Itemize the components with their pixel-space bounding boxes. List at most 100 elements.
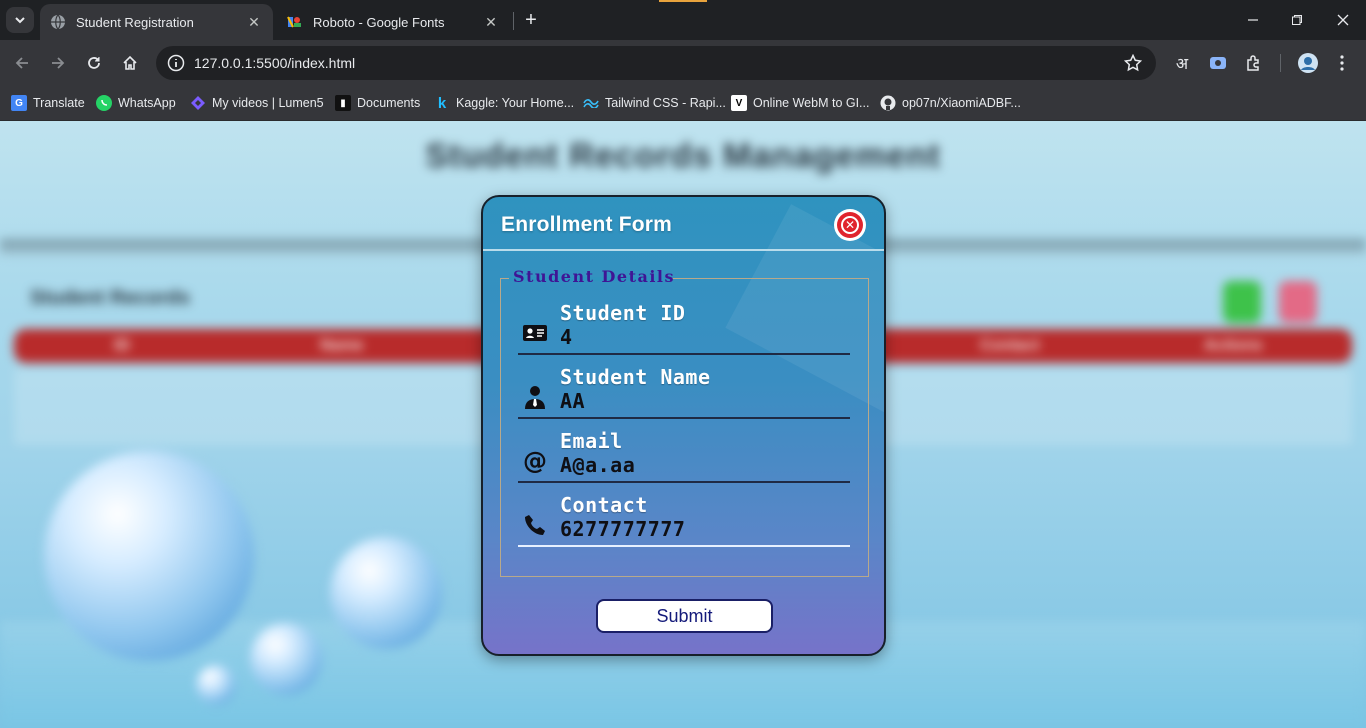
github-icon [880,95,896,111]
home-icon [123,55,137,70]
address-bar[interactable]: 127.0.0.1:5500/index.html [156,46,1156,80]
globe-icon [50,14,66,30]
back-button[interactable] [10,51,34,75]
site-info-icon[interactable] [166,53,186,73]
new-tab-button[interactable]: + [520,9,542,31]
bookmark-kaggle[interactable]: k Kaggle: Your Home... [434,92,574,114]
tab-student-registration[interactable]: Student Registration ✕ [40,4,273,40]
extensions-puzzle-icon[interactable] [1242,51,1266,75]
decorative-sphere [196,665,236,705]
translate-page-icon[interactable]: अ [1172,51,1192,75]
restore-icon [1292,15,1302,25]
bookmark-label: WhatsApp [118,96,176,110]
table-header-actions: Actions [1204,337,1263,354]
table-header-id: ID [114,337,130,354]
tab-separator [513,12,514,30]
documents-icon: ▮ [335,95,351,111]
arrow-right-icon [52,57,65,69]
contact-input[interactable] [560,517,840,541]
bookmark-label: Kaggle: Your Home... [456,96,575,110]
reload-icon [88,57,100,69]
home-button[interactable] [118,51,142,75]
kebab-menu-icon [1340,55,1344,71]
bookmark-translate[interactable]: G Translate [11,92,85,114]
bookmark-tailwind[interactable]: Tailwind CSS - Rapi... [583,92,726,114]
url-text: 127.0.0.1:5500/index.html [194,55,356,71]
modal-header: Enrollment Form ✕ [483,197,884,251]
profile-avatar[interactable] [1296,51,1320,75]
field-label: Student Name [560,365,711,389]
phone-icon [520,511,550,539]
records-heading: Student Records [30,287,191,309]
student-id-input[interactable] [560,325,840,349]
tab-roboto-google-fonts[interactable]: Roboto - Google Fonts ✕ [277,4,510,40]
minimize-button[interactable] [1238,8,1268,32]
student-name-input[interactable] [560,389,840,413]
page-viewport: Student Records Management Student Recor… [0,121,1366,728]
bookmark-label: My videos | Lumen5 [212,96,324,110]
bookmark-label: Documents [357,96,421,110]
field-label: Email [560,429,623,453]
bookmark-star-icon[interactable] [1123,53,1143,77]
bookmark-webm-to-gif[interactable]: V Online WebM to GI... [731,92,869,114]
close-icon [1337,14,1349,26]
close-circle-icon: ✕ [837,212,863,238]
tailwind-icon [583,95,599,111]
toolbar-separator [1280,54,1281,72]
minimize-icon [1248,19,1258,21]
field-student-id: Student ID [518,295,850,355]
forward-button[interactable] [46,51,70,75]
page-title: Student Records Management [425,137,941,175]
arrow-left-icon [15,57,28,69]
table-header-name: Name [320,337,364,354]
decorative-sphere [44,451,254,661]
add-record-button[interactable] [1223,281,1261,323]
bookmarks-bar: G Translate WhatsApp My videos | Lumen5 … [0,86,1366,121]
user-tie-icon [520,383,550,411]
tab-title: Roboto - Google Fonts [313,14,445,30]
tab-title: Student Registration [76,14,194,30]
bookmark-label: op07n/XiaomiADBF... [902,96,1021,110]
tab-search-button[interactable] [6,7,34,33]
table-header-contact: Contact [980,337,1040,354]
webm-icon: V [731,95,747,111]
translate-icon: G [11,95,27,111]
restore-button[interactable] [1282,8,1312,32]
at-icon: @ [523,447,547,475]
bookmark-documents[interactable]: ▮ Documents [335,92,420,114]
bookmark-lumen5[interactable]: My videos | Lumen5 [190,92,324,114]
modal-title: Enrollment Form [501,213,673,236]
screenshot-extension-icon[interactable] [1206,51,1230,75]
close-tab-icon[interactable]: ✕ [245,13,263,31]
submit-button[interactable]: Submit [596,599,773,633]
tab-strip-indicator [659,0,707,2]
field-contact: Contact [518,487,850,547]
reload-button[interactable] [82,51,106,75]
bookmark-whatsapp[interactable]: WhatsApp [96,92,176,114]
whatsapp-icon [96,95,112,111]
field-email: @ Email [518,423,850,483]
chevron-down-icon [15,17,25,24]
tab-strip: Student Registration ✕ Roboto - Google F… [0,0,1366,40]
email-input[interactable] [560,453,840,477]
student-details-fieldset: Student Details Student ID Student Name … [500,267,869,577]
close-window-button[interactable] [1328,8,1358,32]
close-tab-icon[interactable]: ✕ [482,13,500,31]
field-label: Student ID [560,301,686,325]
id-card-icon [520,319,550,347]
delete-record-button[interactable] [1279,281,1317,323]
close-modal-button[interactable]: ✕ [834,209,866,241]
bookmark-github[interactable]: op07n/XiaomiADBF... [880,92,1021,114]
kaggle-icon: k [437,94,447,112]
browser-toolbar: 127.0.0.1:5500/index.html अ [0,40,1366,86]
decorative-sphere [250,623,322,695]
decorative-sphere [330,537,442,649]
field-student-name: Student Name [518,359,850,419]
field-label: Contact [560,493,648,517]
lumen5-icon [190,95,206,111]
bookmark-label: Tailwind CSS - Rapi... [605,96,726,110]
google-fonts-icon [287,14,303,30]
bookmark-label: Online WebM to GI... [753,96,870,110]
browser-menu-button[interactable] [1332,51,1352,75]
fieldset-legend: Student Details [513,267,676,286]
